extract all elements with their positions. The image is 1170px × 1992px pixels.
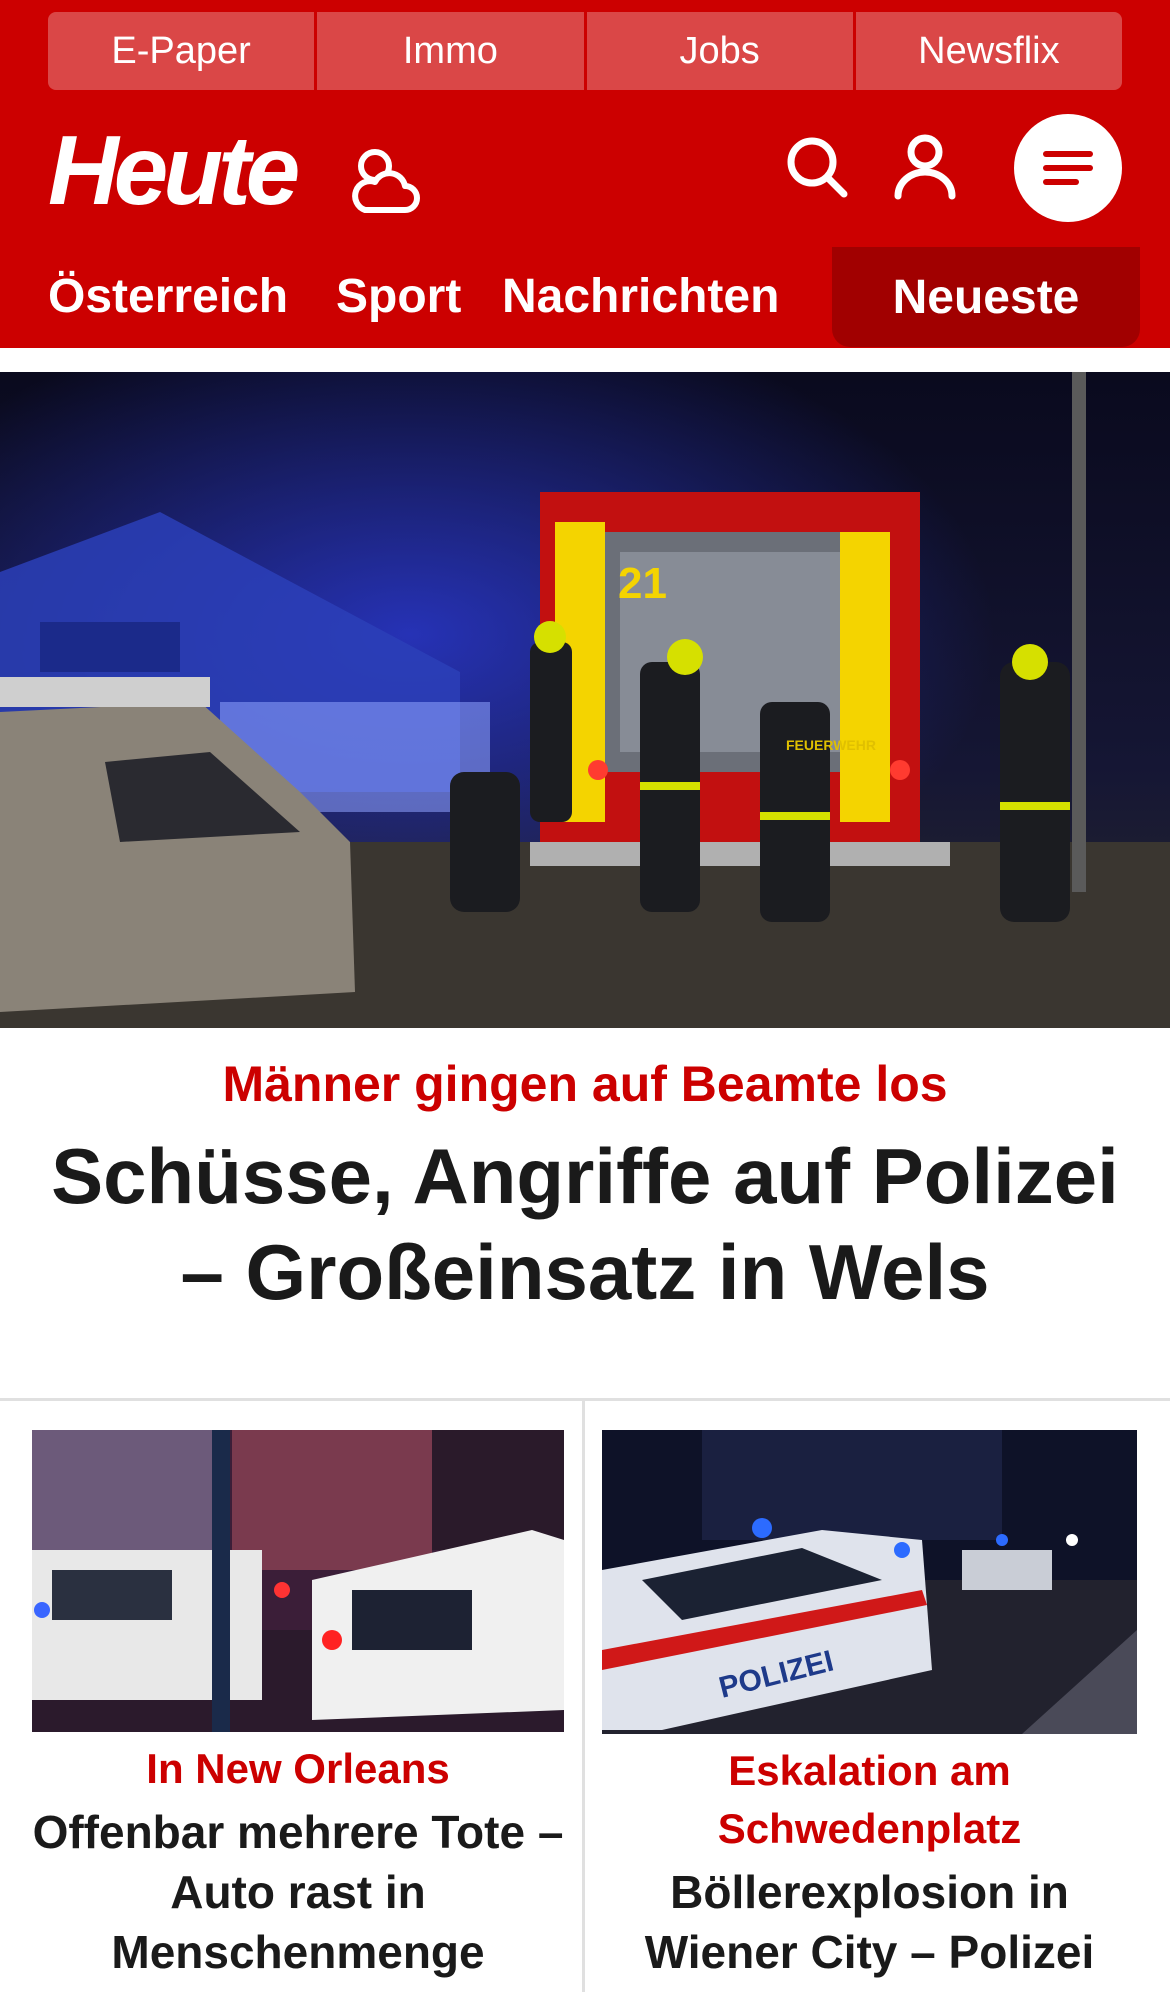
section-oesterreich[interactable]: Österreich bbox=[48, 267, 288, 327]
topnav-jobs[interactable]: Jobs bbox=[583, 12, 853, 90]
menu-icon bbox=[1043, 151, 1093, 185]
heute-logo[interactable]: Heute bbox=[48, 120, 300, 220]
top-service-nav: E-Paper Immo Jobs Newsflix bbox=[48, 12, 1122, 90]
user-icon[interactable] bbox=[890, 132, 960, 202]
hero-kicker[interactable]: Männer gingen auf Beamte los bbox=[0, 1052, 1170, 1116]
topnav-newsflix[interactable]: Newsflix bbox=[852, 12, 1122, 90]
section-divider bbox=[0, 1398, 1170, 1401]
teaser-kicker[interactable]: Eskalation am Schwedenplatz bbox=[602, 1742, 1137, 1858]
truck-number: 21 bbox=[618, 559, 667, 608]
site-header: E-Paper Immo Jobs Newsflix Heute Österre… bbox=[0, 0, 1170, 348]
section-nachrichten[interactable]: Nachrichten bbox=[502, 267, 779, 327]
search-icon[interactable] bbox=[784, 134, 850, 200]
hero-headline[interactable]: Schüsse, Angriffe auf Polizei – Großeins… bbox=[40, 1128, 1130, 1320]
section-sport[interactable]: Sport bbox=[336, 267, 461, 327]
hero-image[interactable]: 21 FEUERWEHR bbox=[0, 372, 1170, 1028]
topnav-epaper[interactable]: E-Paper bbox=[48, 12, 315, 90]
topnav-immo[interactable]: Immo bbox=[314, 12, 584, 90]
teaser-image[interactable]: POLIZEI bbox=[602, 1430, 1137, 1734]
header-bar: E-Paper Immo Jobs Newsflix Heute bbox=[0, 0, 1170, 245]
teaser-card-new-orleans[interactable]: In New Orleans Offenbar mehrere Tote – A… bbox=[32, 1430, 564, 1982]
menu-button[interactable] bbox=[1014, 114, 1122, 222]
section-neueste[interactable]: Neueste bbox=[832, 247, 1140, 347]
jacket-label: FEUERWEHR bbox=[786, 737, 876, 753]
column-divider bbox=[582, 1400, 585, 1992]
teaser-card-schwedenplatz[interactable]: POLIZEI Eskalation am Schwedenplatz Böll… bbox=[602, 1430, 1137, 1982]
section-nav: Österreich Sport Nachrichten Neueste bbox=[0, 245, 1170, 348]
teaser-kicker[interactable]: In New Orleans bbox=[32, 1740, 564, 1798]
teaser-headline[interactable]: Böllerexplosion in Wiener City – Polizei bbox=[602, 1862, 1137, 1982]
teaser-headline[interactable]: Offenbar mehrere Tote – Auto rast in Men… bbox=[32, 1802, 564, 1982]
weather-icon[interactable] bbox=[345, 140, 425, 220]
teaser-image[interactable] bbox=[32, 1430, 564, 1732]
